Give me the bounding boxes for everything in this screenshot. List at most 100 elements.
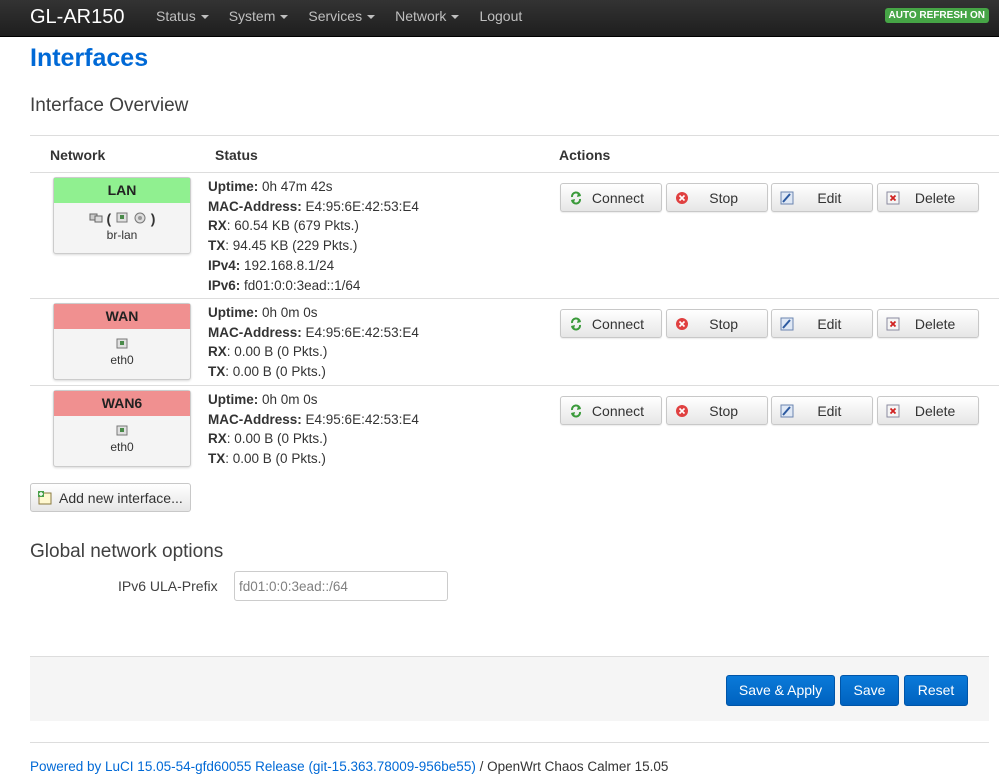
ipv4-value: 192.168.8.1/24 xyxy=(244,257,335,273)
caret-down-icon xyxy=(200,15,209,20)
delete-button[interactable]: Delete xyxy=(877,309,980,338)
caret-down-icon xyxy=(451,15,460,20)
refresh-icon xyxy=(571,404,581,417)
ethernet-icon xyxy=(116,212,128,223)
delete-icon xyxy=(886,404,900,417)
network-badge-wan: WAN eth0 xyxy=(53,303,191,380)
ula-prefix-input[interactable] xyxy=(234,571,448,601)
interface-table: Network Status Actions LAN ( ) br-lan Up… xyxy=(30,135,999,472)
uptime-value: 0h 47m 42s xyxy=(262,179,333,194)
add-interface-icon xyxy=(38,490,52,504)
network-badge-body: eth0 xyxy=(54,416,190,466)
connect-button[interactable]: Connect xyxy=(560,183,662,212)
connect-button[interactable]: Connect xyxy=(560,396,662,425)
uptime-label: Uptime: xyxy=(208,305,259,320)
table-row-wan6: WAN6 eth0 Uptime: 0h 0m 0s MAC-Address: … xyxy=(30,386,999,472)
device-name: eth0 xyxy=(110,353,134,368)
status-rx: RX: 60.54 KB (679 Pkts.) xyxy=(208,218,359,234)
interface-status: Uptime: 0h 47m 42s MAC-Address: E4:95:6E… xyxy=(208,177,419,295)
network-badge-body: ( ) br-lan xyxy=(54,203,190,253)
tx-label: TX xyxy=(208,451,226,467)
page-title: Interfaces xyxy=(30,44,149,72)
nav-status-label: Status xyxy=(156,8,196,24)
column-status: Status xyxy=(215,147,258,163)
add-interface-label: Add new interface... xyxy=(59,489,183,506)
uptime-label: Uptime: xyxy=(208,179,259,194)
footer-version: / OpenWrt Chaos Calmer 15.05 xyxy=(475,759,669,774)
column-actions: Actions xyxy=(559,147,611,163)
stop-button[interactable]: Stop xyxy=(665,183,768,212)
stop-icon xyxy=(675,404,688,417)
status-mac: MAC-Address: E4:95:6E:42:53:E4 xyxy=(208,197,419,217)
ethernet-icon xyxy=(116,338,128,349)
interface-status: Uptime: 0h 0m 0s MAC-Address: E4:95:6E:4… xyxy=(208,390,419,469)
nav-system-label: System xyxy=(228,8,276,24)
status-uptime: Uptime: 0h 0m 0s xyxy=(208,390,419,410)
caret-down-icon xyxy=(280,15,289,20)
nav-logout[interactable]: Logout xyxy=(469,0,532,37)
tx-value: 94.45 KB (229 Pkts.) xyxy=(232,238,358,254)
connect-button[interactable]: Connect xyxy=(560,309,662,338)
rx-label: RX xyxy=(208,344,227,360)
status-tx: TX: 94.45 KB (229 Pkts.) xyxy=(208,238,358,254)
edit-icon xyxy=(780,191,794,204)
ipv4-label: IPv4: xyxy=(208,257,241,273)
edit-button[interactable]: Edit xyxy=(771,396,874,425)
network-name: WAN xyxy=(54,304,190,329)
bracket-open: ( xyxy=(106,210,112,227)
network-name: WAN6 xyxy=(54,391,190,416)
rx-value: 0.00 B (0 Pkts.) xyxy=(234,344,328,360)
luci-link[interactable]: Powered by LuCI 15.05-54-gfd60055 Releas… xyxy=(30,759,476,774)
edit-button[interactable]: Edit xyxy=(771,309,874,338)
tx-value: 0.00 B (0 Pkts.) xyxy=(232,364,326,380)
status-tx: TX: 0.00 B (0 Pkts.) xyxy=(208,451,326,467)
uptime-value: 0h 0m 0s xyxy=(262,392,318,407)
interface-overview-title: Interface Overview xyxy=(30,95,189,116)
tx-value: 0.00 B (0 Pkts.) xyxy=(232,451,326,467)
edit-button[interactable]: Edit xyxy=(771,183,874,212)
status-mac: MAC-Address: E4:95:6E:42:53:E4 xyxy=(208,410,419,430)
tx-label: TX xyxy=(208,238,226,254)
ipv6-value: fd01:0:0:3ead::1/64 xyxy=(244,277,361,293)
ethernet-icon xyxy=(116,425,128,436)
status-uptime: Uptime: 0h 47m 42s xyxy=(208,177,419,197)
nav-status[interactable]: Status xyxy=(146,0,219,37)
status-rx: RX: 0.00 B (0 Pkts.) xyxy=(208,344,328,360)
brand-name[interactable]: GL-AR150 xyxy=(30,5,125,29)
row-actions: Connect Stop Edit Delete xyxy=(560,396,983,425)
network-device-icon xyxy=(89,213,103,223)
network-name: LAN xyxy=(54,178,190,203)
tx-label: TX xyxy=(208,364,226,380)
device-name: br-lan xyxy=(106,228,138,243)
save-apply-button[interactable]: Save & Apply xyxy=(726,675,835,706)
uptime-value: 0h 0m 0s xyxy=(262,305,318,320)
status-rx: RX: 0.00 B (0 Pkts.) xyxy=(208,431,328,447)
ula-prefix-label: IPv6 ULA-Prefix xyxy=(118,578,218,594)
nav-network[interactable]: Network xyxy=(385,0,469,37)
table-header: Network Status Actions xyxy=(30,135,999,173)
stop-button[interactable]: Stop xyxy=(665,309,768,338)
nav-services[interactable]: Services xyxy=(298,0,385,37)
status-uptime: Uptime: 0h 0m 0s xyxy=(208,303,419,323)
delete-button[interactable]: Delete xyxy=(877,183,980,212)
bracket-close: ) xyxy=(150,210,156,227)
rx-label: RX xyxy=(208,431,227,447)
stop-button[interactable]: Stop xyxy=(665,396,768,425)
edit-icon xyxy=(780,404,794,417)
footer: Powered by LuCI 15.05-54-gfd60055 Releas… xyxy=(30,759,668,774)
nav-system[interactable]: System xyxy=(219,0,299,37)
rx-label: RX xyxy=(208,218,227,234)
mac-label: MAC-Address: xyxy=(208,411,302,427)
status-tx: TX: 0.00 B (0 Pkts.) xyxy=(208,364,326,380)
device-name: eth0 xyxy=(110,440,134,455)
save-button[interactable]: Save xyxy=(840,675,899,706)
main-nav: Status System Services Network Logout xyxy=(146,0,532,37)
mac-label: MAC-Address: xyxy=(208,198,302,214)
mac-value: E4:95:6E:42:53:E4 xyxy=(305,411,419,427)
reset-button[interactable]: Reset xyxy=(904,675,968,706)
auto-refresh-badge[interactable]: AUTO REFRESH ON xyxy=(884,8,989,23)
delete-button[interactable]: Delete xyxy=(877,396,980,425)
footer-divider xyxy=(30,742,989,743)
add-interface-button[interactable]: Add new interface... xyxy=(30,483,191,512)
top-navbar: GL-AR150 Status System Services Network … xyxy=(0,0,999,37)
